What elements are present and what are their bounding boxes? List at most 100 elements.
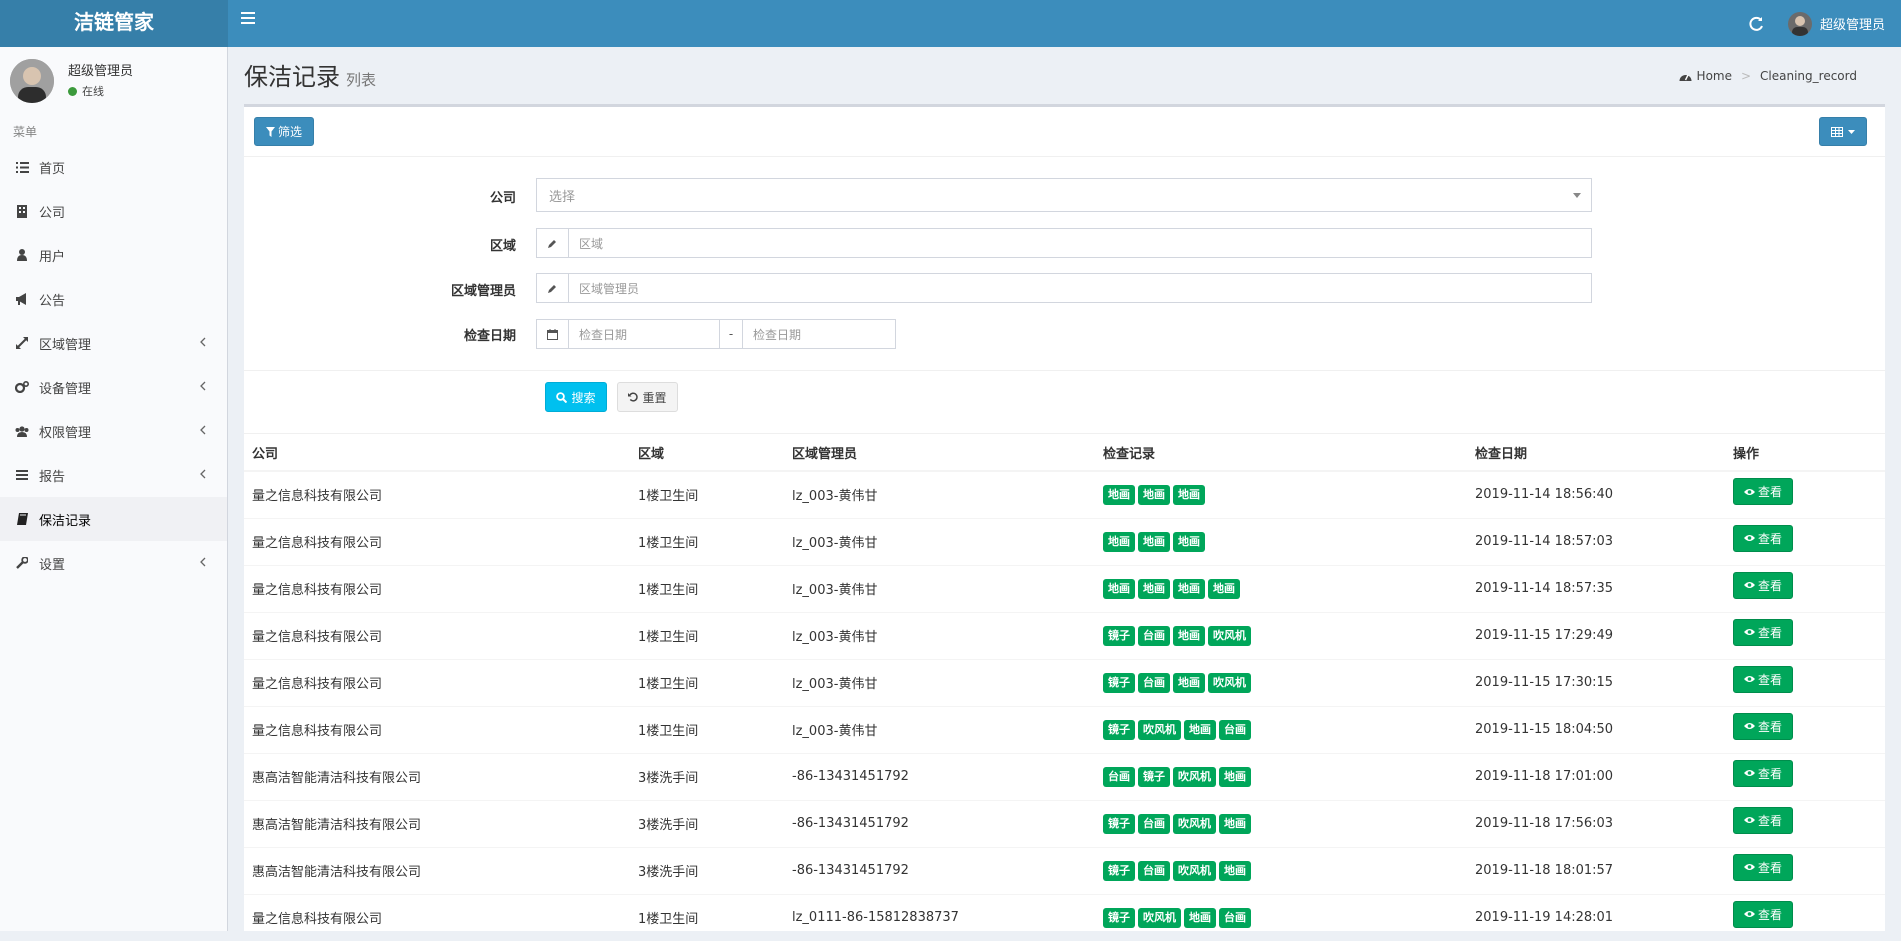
- record-tag: 地画: [1219, 766, 1251, 787]
- record-tag: 台画: [1138, 672, 1170, 693]
- view-button[interactable]: 查看: [1733, 759, 1794, 787]
- sidebar-item-permission-management[interactable]: 权限管理: [0, 409, 227, 453]
- view-button[interactable]: 查看: [1733, 853, 1794, 881]
- eye-icon: [1744, 723, 1755, 729]
- cell-area: 3楼洗手间: [630, 799, 784, 847]
- date-end-input[interactable]: 检查日期: [743, 320, 893, 348]
- view-button[interactable]: 查看: [1733, 478, 1794, 505]
- cell-area: 3楼洗手间: [630, 752, 784, 800]
- sidebar-item-notice[interactable]: 公告: [0, 277, 227, 321]
- sidebar-item-area-management[interactable]: 区域管理: [0, 321, 227, 365]
- table-row: 量之信息科技有限公司 1楼卫生间 lz_003-黄伟甘 镜子 台画 地画 吹风机 2019-1…: [244, 611, 1885, 659]
- table-body: 量之信息科技有限公司 1楼卫生间 lz_003-黄伟甘 地画 地画 地画 2019-11-1…: [244, 470, 1885, 941]
- chevron-left-icon: [200, 337, 206, 347]
- sidebar-item-label: 公司: [39, 205, 66, 221]
- cell-records: 镜子 台画 地画 吹风机: [1095, 611, 1467, 659]
- view-button-label: 查看: [1758, 531, 1783, 546]
- cell-area: 1楼卫生间: [630, 611, 784, 659]
- cell-area: 1楼卫生间: [630, 893, 784, 941]
- menu-header: 菜单: [13, 125, 38, 139]
- view-button[interactable]: 查看: [1733, 900, 1794, 928]
- avatar: [10, 59, 54, 103]
- record-tag: 镜子: [1103, 907, 1135, 928]
- sidebar-item-cleaning-record[interactable]: 保洁记录: [0, 497, 227, 541]
- view-button[interactable]: 查看: [1733, 806, 1794, 834]
- column-header[interactable]: 检查日期: [1467, 434, 1725, 472]
- sidebar-toggle-icon[interactable]: [241, 12, 255, 26]
- record-tag: 地画: [1173, 484, 1205, 505]
- cell-area: 3楼洗手间: [630, 846, 784, 894]
- record-tag: 吹风机: [1173, 860, 1216, 881]
- sidebar-item-label: 首页: [39, 161, 66, 177]
- chevron-left-icon: [200, 381, 206, 391]
- column-header[interactable]: 检查记录: [1095, 434, 1467, 472]
- column-header[interactable]: 公司: [244, 434, 630, 472]
- view-button[interactable]: 查看: [1733, 712, 1794, 740]
- columns-toggle-button[interactable]: [1819, 117, 1867, 146]
- chevron-left-icon: [200, 425, 206, 435]
- cell-actions: 查看: [1725, 470, 1885, 518]
- table-row: 量之信息科技有限公司 1楼卫生间 lz_003-黄伟甘 镜子 台画 地画 吹风机 2019-1…: [244, 658, 1885, 706]
- sidebar-item-company[interactable]: 公司: [0, 189, 227, 233]
- record-tag: 吹风机: [1138, 719, 1181, 740]
- company-select[interactable]: 选择: [536, 178, 1592, 212]
- cell-company: 量之信息科技有限公司: [244, 705, 630, 753]
- sidebar-item-settings[interactable]: 设置: [0, 541, 227, 585]
- filter-button[interactable]: 筛选: [254, 117, 314, 146]
- search-icon: [556, 391, 568, 403]
- sidebar-item-device-management[interactable]: 设备管理: [0, 365, 227, 409]
- record-tag: 吹风机: [1173, 766, 1216, 787]
- record-tag: 地画: [1184, 907, 1216, 928]
- manager-input[interactable]: 区域管理员: [569, 274, 1591, 302]
- eye-icon: [1744, 535, 1755, 541]
- view-button[interactable]: 查看: [1733, 665, 1794, 693]
- date-start-input[interactable]: 检查日期: [569, 320, 719, 348]
- refresh-icon[interactable]: [1748, 16, 1764, 32]
- cell-records: 地画 地画 地画 地画: [1095, 564, 1467, 612]
- navbar-user-name[interactable]: 超级管理员: [1820, 14, 1885, 33]
- cell-records: 镜子 台画 吹风机 地画: [1095, 846, 1467, 894]
- cell-company: 量之信息科技有限公司: [244, 611, 630, 659]
- sidebar-item-report[interactable]: 报告: [0, 453, 227, 497]
- content-header: 保洁记录 列表 Home > Cleaning_record: [228, 47, 1901, 105]
- cell-date: 2019-11-14 18:56:40: [1467, 470, 1725, 518]
- cell-actions: 查看: [1725, 517, 1885, 565]
- breadcrumb-home[interactable]: Home: [1697, 69, 1732, 83]
- view-button-label: 查看: [1758, 672, 1783, 687]
- view-button[interactable]: 查看: [1733, 571, 1794, 599]
- cell-area: 1楼卫生间: [630, 517, 784, 565]
- reset-button[interactable]: 重置: [617, 382, 678, 412]
- divider: [244, 156, 1885, 157]
- record-tag: 台画: [1138, 860, 1170, 881]
- record-tag: 地画: [1103, 578, 1135, 599]
- cell-records: 镜子 吹风机 地画 台画: [1095, 705, 1467, 753]
- search-button[interactable]: 搜索: [545, 382, 607, 412]
- online-dot-icon: [68, 86, 77, 96]
- area-input[interactable]: 区域: [569, 229, 1591, 257]
- user-avatar-small[interactable]: [1787, 11, 1812, 36]
- app-logo[interactable]: 洁链管家: [0, 0, 228, 47]
- record-tag: 镜子: [1103, 672, 1135, 693]
- page-title-text: 保洁记录: [244, 63, 340, 91]
- cell-date: 2019-11-18 17:56:03: [1467, 799, 1725, 847]
- bullhorn-icon: [15, 292, 29, 306]
- user-panel: 超级管理员 在线: [0, 47, 227, 119]
- cell-actions: 查看: [1725, 799, 1885, 847]
- caret-down-icon: [1573, 193, 1581, 198]
- cell-actions: 查看: [1725, 564, 1885, 612]
- view-button[interactable]: 查看: [1733, 524, 1794, 552]
- filter-icon: [265, 126, 275, 137]
- column-header[interactable]: 区域管理员: [784, 434, 1095, 472]
- cell-company: 惠高洁智能清洁科技有限公司: [244, 846, 630, 894]
- record-tag: 吹风机: [1138, 907, 1181, 928]
- cell-company: 量之信息科技有限公司: [244, 564, 630, 612]
- view-button[interactable]: 查看: [1733, 618, 1794, 646]
- sidebar-item-users[interactable]: 用户: [0, 233, 227, 277]
- cell-records: 镜子 吹风机 地画 台画: [1095, 893, 1467, 941]
- sidebar-item-label: 报告: [39, 469, 66, 485]
- record-tag: 台画: [1219, 719, 1251, 740]
- users-icon: [15, 424, 29, 438]
- record-tag: 地画: [1103, 484, 1135, 505]
- sidebar-item-home[interactable]: 首页: [0, 145, 227, 189]
- column-header[interactable]: 区域: [630, 434, 784, 472]
